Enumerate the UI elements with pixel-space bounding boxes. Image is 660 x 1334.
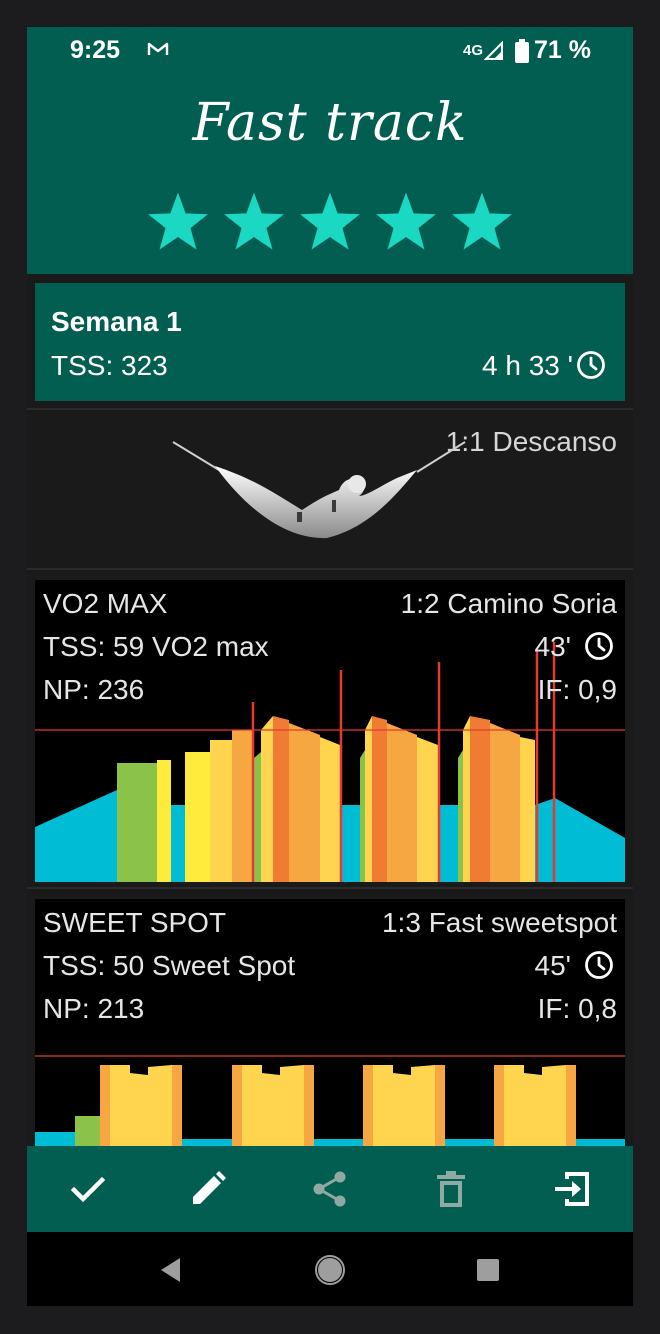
interval-segment bbox=[387, 723, 417, 882]
workout-name: 1:3 Fast sweetspot bbox=[381, 907, 617, 938]
system-nav-bar bbox=[27, 1232, 633, 1306]
workout-duration: 43' bbox=[534, 631, 572, 662]
workout-tss: TSS: 50 Sweet Spot bbox=[43, 950, 296, 981]
interval-segment bbox=[232, 1065, 242, 1146]
interval-segment bbox=[365, 716, 372, 882]
signal-icon bbox=[483, 40, 504, 66]
interval-segment bbox=[417, 737, 438, 882]
workout-name: 1:2 Camino Soria bbox=[400, 588, 617, 619]
workout-np: NP: 236 bbox=[43, 674, 145, 705]
recovery-segment bbox=[438, 805, 458, 882]
home-icon[interactable] bbox=[314, 1254, 346, 1286]
workout-tss: TSS: 59 VO2 max bbox=[43, 631, 269, 662]
interval-segment bbox=[242, 1065, 304, 1146]
clock-icon bbox=[583, 630, 615, 667]
ramp-segment bbox=[254, 752, 261, 882]
recovery-segment bbox=[171, 805, 185, 882]
workout-duration: 45' bbox=[534, 950, 572, 981]
interval-segment bbox=[363, 1065, 373, 1146]
interval-segment bbox=[470, 716, 490, 882]
interval-segment bbox=[100, 1065, 110, 1146]
workout-category: VO2 MAX bbox=[43, 588, 168, 619]
warmup-segment bbox=[35, 1132, 75, 1146]
recovery-segment bbox=[340, 805, 360, 882]
warmup-segment bbox=[210, 740, 232, 882]
status-bar: 9:25 4G 71 % bbox=[27, 27, 633, 77]
battery-percent: 71 % bbox=[534, 36, 591, 64]
gmail-icon bbox=[147, 41, 169, 62]
warmup-segment bbox=[157, 760, 171, 882]
interval-segment bbox=[373, 1065, 435, 1146]
clock-icon bbox=[583, 949, 615, 986]
divider bbox=[27, 887, 633, 889]
interval-segment bbox=[273, 716, 289, 882]
star-icon[interactable] bbox=[223, 191, 285, 253]
interval-segment bbox=[372, 716, 387, 882]
interval-segment bbox=[463, 716, 470, 882]
share-icon[interactable] bbox=[307, 1166, 353, 1212]
star-icon[interactable] bbox=[375, 191, 437, 253]
workout-card[interactable]: SWEET SPOT 1:3 Fast sweetspot TSS: 50 Sw… bbox=[35, 899, 625, 1146]
plan-header: 9:25 4G 71 % Fast track bbox=[27, 27, 633, 274]
back-icon[interactable] bbox=[156, 1254, 188, 1286]
exit-icon[interactable] bbox=[549, 1166, 595, 1212]
warmup-segment bbox=[35, 790, 117, 882]
workout-if: IF: 0,8 bbox=[537, 993, 617, 1024]
warmup-segment bbox=[75, 1116, 102, 1146]
workout-card[interactable]: VO2 MAX 1:2 Camino Soria TSS: 59 VO2 max… bbox=[35, 580, 625, 882]
workout-np: NP: 213 bbox=[43, 993, 145, 1024]
interval-segment bbox=[232, 730, 254, 882]
phone-screen: 9:25 4G 71 % Fast track Semana 1 TSS: 32… bbox=[27, 27, 633, 1306]
rating-stars[interactable] bbox=[147, 191, 513, 253]
recents-icon[interactable] bbox=[472, 1254, 504, 1286]
interval-segment bbox=[435, 1065, 445, 1146]
edit-icon[interactable] bbox=[185, 1166, 231, 1212]
bottom-action-bar bbox=[27, 1146, 633, 1232]
check-icon[interactable] bbox=[65, 1166, 111, 1212]
star-icon[interactable] bbox=[451, 191, 513, 253]
plan-title: Fast track bbox=[192, 93, 468, 153]
battery-icon bbox=[515, 39, 529, 68]
workout-power-profile bbox=[35, 642, 625, 882]
rest-day-label: 1:1 Descanso bbox=[445, 426, 617, 457]
interval-segment bbox=[504, 1065, 566, 1146]
week-summary-card[interactable]: Semana 1 TSS: 323 4 h 33 ' bbox=[35, 283, 625, 401]
workout-if: IF: 0,9 bbox=[537, 674, 617, 705]
week-title: Semana 1 bbox=[51, 306, 182, 337]
divider bbox=[27, 568, 633, 570]
delete-icon[interactable] bbox=[428, 1166, 474, 1212]
interval-segment bbox=[261, 716, 273, 882]
clock-icon bbox=[575, 349, 607, 386]
network-type: 4G bbox=[463, 42, 484, 59]
star-icon[interactable] bbox=[299, 191, 361, 253]
week-duration: 4 h 33 ' bbox=[482, 350, 573, 381]
interval-segment bbox=[110, 1065, 172, 1146]
hammock-icon bbox=[167, 440, 467, 570]
status-time: 9:25 bbox=[70, 36, 121, 64]
ramp-segment bbox=[360, 750, 365, 882]
ramp-segment bbox=[458, 750, 463, 882]
cooldown-segment bbox=[535, 798, 625, 882]
star-icon[interactable] bbox=[147, 191, 209, 253]
interval-segment bbox=[520, 737, 535, 882]
interval-segment bbox=[494, 1065, 504, 1146]
workout-list[interactable]: Semana 1 TSS: 323 4 h 33 ' 1:1 Descanso bbox=[27, 274, 633, 1146]
interval-segment bbox=[172, 1065, 182, 1146]
workout-category: SWEET SPOT bbox=[43, 907, 227, 938]
warmup-segment bbox=[117, 763, 157, 882]
interval-segment bbox=[320, 737, 340, 882]
rest-day-card[interactable]: 1:1 Descanso bbox=[27, 410, 633, 568]
interval-segment bbox=[289, 723, 320, 882]
warmup-segment bbox=[185, 752, 210, 882]
interval-segment bbox=[304, 1065, 314, 1146]
week-tss: TSS: 323 bbox=[51, 350, 168, 381]
interval-segment bbox=[566, 1065, 576, 1146]
interval-segment bbox=[490, 723, 520, 882]
